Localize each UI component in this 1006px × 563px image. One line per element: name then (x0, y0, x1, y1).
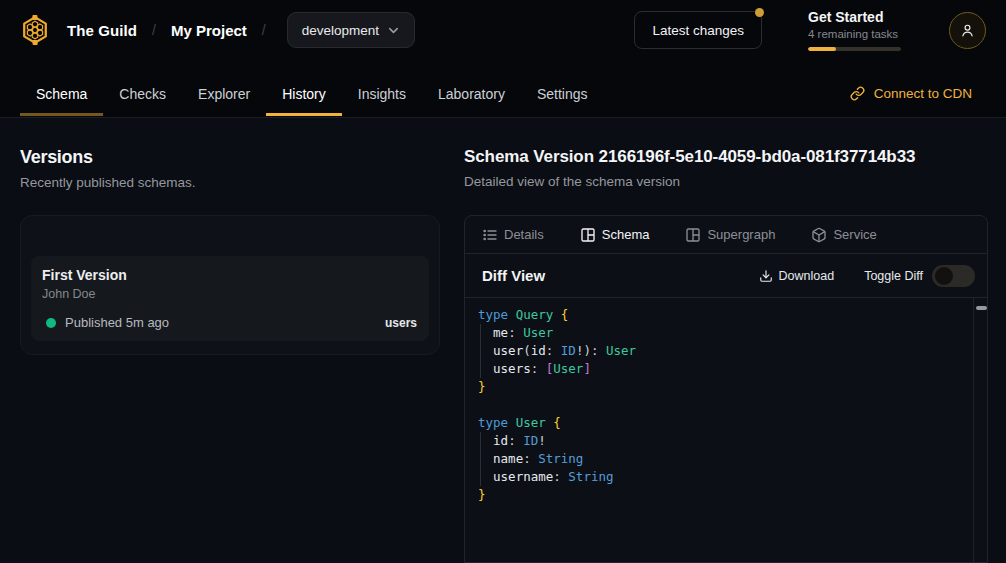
versions-list-panel: First Version John Doe Published 5m ago … (20, 215, 440, 355)
tab-settings[interactable]: Settings (521, 70, 604, 117)
versions-subtitle: Recently published schemas. (20, 175, 440, 190)
version-list-item[interactable]: First Version John Doe Published 5m ago … (31, 256, 429, 341)
tab-label: Service (833, 227, 876, 242)
tab-label: Supergraph (707, 227, 775, 242)
get-started-widget[interactable]: Get Started 4 remaining tasks (808, 9, 903, 51)
tab-details[interactable]: Details (482, 227, 544, 243)
toggle-diff-label: Toggle Diff (864, 269, 923, 283)
get-started-progress (808, 47, 901, 51)
link-icon (850, 86, 865, 101)
cdn-link-label: Connect to CDN (874, 86, 972, 101)
tab-schema-view[interactable]: Schema (580, 227, 650, 243)
progress-fill (808, 47, 836, 51)
tab-label: Schema (36, 86, 87, 102)
latest-changes-label: Latest changes (652, 23, 744, 38)
get-started-subtitle: 4 remaining tasks (808, 28, 903, 40)
person-icon (959, 22, 976, 39)
breadcrumb-separator: / (262, 22, 266, 38)
tab-label: Laboratory (438, 86, 505, 102)
diff-toolbar: Diff View Download Toggle Diff (465, 254, 987, 298)
tab-checks[interactable]: Checks (103, 70, 182, 117)
tab-label: Checks (119, 86, 166, 102)
package-icon (811, 227, 827, 243)
schema-version-section: Schema Version 2166196f-5e10-4059-bd0a-0… (464, 147, 988, 563)
toggle-diff-switch[interactable] (932, 265, 975, 287)
schema-code-viewer[interactable]: type Query { me: User user(id: ID!): Use… (465, 298, 987, 562)
top-header: The Guild / My Project / development Lat… (0, 0, 1006, 60)
columns-icon (580, 227, 596, 243)
tab-label: Schema (602, 227, 650, 242)
download-button[interactable]: Download (759, 269, 835, 283)
code-scrollbar-thumb[interactable] (976, 306, 987, 310)
main-content: Versions Recently published schemas. Fir… (0, 118, 1006, 563)
tab-label: Explorer (198, 86, 250, 102)
notification-dot (755, 8, 764, 17)
diff-view-title: Diff View (482, 267, 545, 284)
tab-supergraph[interactable]: Supergraph (685, 227, 775, 243)
download-icon (759, 269, 773, 283)
schema-version-title: Schema Version 2166196f-5e10-4059-bd0a-0… (464, 147, 988, 167)
download-label: Download (779, 269, 835, 283)
get-started-title: Get Started (808, 9, 903, 25)
tab-explorer[interactable]: Explorer (182, 70, 266, 117)
guild-logo-icon[interactable] (20, 15, 50, 45)
tab-label: History (282, 86, 326, 102)
chevron-down-icon (386, 23, 401, 38)
tab-schema[interactable]: Schema (20, 70, 103, 117)
versions-title: Versions (20, 147, 440, 168)
tab-label: Insights (358, 86, 406, 102)
schema-version-detail-box: Details Schema Supergraph Service Diff V… (464, 215, 988, 563)
tab-insights[interactable]: Insights (342, 70, 422, 117)
tab-laboratory[interactable]: Laboratory (422, 70, 521, 117)
target-select[interactable]: development (287, 12, 415, 48)
version-service-badge: users (385, 316, 417, 330)
project-nav: Schema Checks Explorer History Insights … (0, 60, 1006, 118)
breadcrumb-project[interactable]: My Project (171, 22, 247, 39)
tab-label: Settings (537, 86, 588, 102)
versions-section: Versions Recently published schemas. Fir… (20, 147, 440, 563)
version-name: First Version (42, 267, 417, 283)
version-author: John Doe (42, 287, 417, 301)
published-status-dot (46, 318, 56, 328)
tab-label: Details (504, 227, 544, 242)
tab-service[interactable]: Service (811, 227, 876, 243)
version-status: Published 5m ago (65, 315, 169, 330)
detail-tabs: Details Schema Supergraph Service (465, 216, 987, 254)
target-select-value: development (302, 23, 379, 38)
list-icon (482, 227, 498, 243)
code-scrollbar[interactable] (973, 298, 987, 562)
schema-sdl-code: type Query { me: User user(id: ID!): Use… (465, 298, 987, 504)
user-avatar[interactable] (949, 12, 986, 49)
breadcrumb-org[interactable]: The Guild (67, 22, 137, 39)
breadcrumb-separator: / (152, 22, 156, 38)
tab-history[interactable]: History (266, 70, 342, 117)
columns-icon (685, 227, 701, 243)
connect-to-cdn-link[interactable]: Connect to CDN (850, 70, 972, 117)
schema-version-subtitle: Detailed view of the schema version (464, 174, 988, 189)
toggle-knob (935, 267, 953, 285)
latest-changes-button[interactable]: Latest changes (634, 11, 762, 49)
